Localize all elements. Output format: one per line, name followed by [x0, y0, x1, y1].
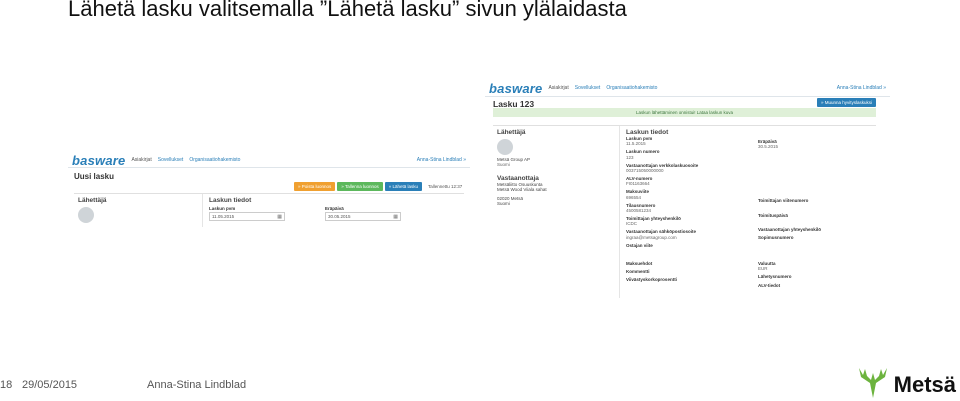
page-number: 18 [0, 379, 13, 391]
basware-logo: basware [72, 153, 126, 168]
logo-text: Metsä [893, 372, 956, 397]
recipient-line: Suomi [497, 201, 510, 206]
calendar-icon[interactable]: ▦ [393, 214, 398, 220]
page-title: Uusi lasku [74, 172, 115, 181]
sender-country: Suomi [497, 162, 510, 167]
field-row: Laskun pvm 11.5.2015 [626, 136, 748, 146]
field-value: FI01163664 [626, 181, 650, 187]
field-row: ALV-numero FI01163664 [626, 176, 748, 186]
top-bar: basware Asiakirjat Sovellukset Organisaa… [485, 80, 890, 97]
invoice-date-value: 11.05.2015 [212, 214, 235, 219]
nav-applications[interactable]: Sovellukset [158, 157, 184, 163]
basware-logo: basware [489, 80, 543, 96]
field-value: 4500581234 [626, 207, 652, 213]
field-row: Valuutta EUR [758, 261, 872, 271]
nav-directory[interactable]: Organisaatiohakemisto [189, 157, 240, 163]
delete-draft-button[interactable]: » Poista luonnos [294, 182, 336, 191]
field-value: 11.5.2015 [626, 141, 646, 147]
antler-icon [858, 368, 887, 398]
field-label: Toimittajan viitenumero [758, 198, 809, 204]
field-label: Viivästyskorkoprosentti [626, 277, 677, 283]
invoice-date-input[interactable]: 11.05.2015 ▦ [209, 212, 285, 221]
sender-section: Lähettäjä [74, 194, 203, 227]
send-invoice-button[interactable]: » Lähetä lasku [384, 182, 423, 191]
calendar-icon[interactable]: ▦ [277, 214, 282, 220]
field-label: Vastaanottajan yhteyshenkilö [758, 226, 822, 232]
field-row: Maksuviite 696554 [626, 189, 748, 199]
nav-directory[interactable]: Organisaatiohakemisto [606, 85, 657, 91]
field-row: Viivästyskorkoprosentti [626, 277, 748, 282]
field-row: ALV-tiedot [758, 283, 872, 288]
field-value: 30.5.2015 [758, 144, 779, 150]
nav-applications[interactable]: Sovellukset [575, 85, 601, 91]
slide-title: Lähetä lasku valitsemalla ”Lähetä lasku”… [68, 0, 627, 21]
invoice-details-col: Laskun tiedot Laskun pvm 11.5.2015 Laskun… [620, 126, 754, 298]
success-notice: Laskun lähettäminen onnistui! Lataa lask… [493, 108, 876, 117]
field-value: 123 [626, 154, 634, 160]
nav-documents[interactable]: Asiakirjat [131, 157, 151, 163]
field-row: Ostajan viite [626, 243, 748, 248]
field-row: Kommentti [626, 269, 748, 274]
slide-date: 29/05/2015 [22, 379, 78, 391]
screenshot-new-invoice: basware Asiakirjat Sovellukset Organisaa… [68, 153, 470, 227]
slide-author: Anna-Stina Lindblad [147, 379, 247, 391]
invoice-heading: Laskun tiedot [209, 197, 252, 204]
field-row: Vastaanottajan verkkolaskuosoite 00371505… [626, 163, 748, 173]
recipient-heading: Vastaanottaja [497, 175, 539, 182]
field-row: Sopimusnumero [758, 235, 872, 240]
field-label: Kommentti [626, 269, 650, 275]
nav-documents[interactable]: Asiakirjat [548, 85, 568, 91]
user-menu[interactable]: Anna-Stina Lindblad » [417, 157, 466, 163]
field-label: Toimituspäivä [758, 212, 788, 218]
sender-heading: Lähettäjä [78, 197, 107, 204]
field-row: Vastaanottajan sähköpostiosoite ingraa@me… [626, 229, 748, 239]
field-value: 696554 [626, 194, 642, 200]
field-row: Tilausnumero 4500581234 [626, 203, 748, 213]
avatar [497, 139, 513, 155]
due-date-label: Eräpäivä [325, 206, 344, 211]
invoice-view: Lähettäjä Metsä Group AP Suomi Vastaanot… [493, 125, 876, 298]
field-row: Toimituspäivä [758, 213, 872, 218]
field-label: Lähetysnumero [758, 274, 792, 280]
field-value: EUR [758, 266, 768, 272]
screenshot-sent-invoice: basware Asiakirjat Sovellukset Organisaa… [485, 80, 890, 298]
invoice-extra-col: Eräpäivä 30.5.2015 Toimittajan viitenumer… [754, 126, 876, 298]
field-row: Eräpäivä 30.5.2015 [758, 139, 872, 149]
user-menu[interactable]: Anna-Stina Lindblad » [837, 85, 886, 91]
field-row: Laskun numero 123 [626, 149, 748, 159]
field-value: 003715050000000 [626, 167, 664, 173]
save-draft-button[interactable]: » Tallenna luonnos [337, 182, 383, 191]
sender-heading: Lähettäjä [497, 129, 526, 136]
invoice-form: Lähettäjä Laskun tiedot Laskun pvm 11.05… [74, 193, 464, 227]
recipient-line: Metsä Wood Viiala sahat [497, 187, 547, 192]
field-row: Lähetysnumero [758, 274, 872, 279]
due-date-value: 30.05.2015 [328, 214, 351, 219]
field-label: Sopimusnumero [758, 234, 794, 240]
field-row: Vastaanottajan yhteyshenkilö [758, 227, 872, 232]
field-label: Maksuehdot [626, 260, 653, 266]
field-value: ICDC [626, 221, 637, 227]
invoice-date-label: Laskun pvm [209, 206, 236, 211]
metsa-logo: Metsä [855, 365, 956, 399]
field-row: Maksuehdot [626, 261, 748, 266]
avatar [78, 207, 94, 223]
field-label: Ostajan viite [626, 242, 653, 248]
invoice-heading: Laskun tiedot [626, 129, 669, 136]
top-bar: basware Asiakirjat Sovellukset Organisaa… [68, 153, 470, 168]
field-value: ingraa@metsagroup.com [626, 234, 677, 240]
field-row: Toimittajan viitenumero [758, 198, 872, 203]
action-bar: » Poista luonnos » Tallenna luonnos » Lä… [294, 182, 423, 191]
saved-status: Tallennettu 12:37 [428, 184, 463, 189]
field-label: ALV-tiedot [758, 282, 781, 288]
invoice-details-section: Laskun tiedot Laskun pvm 11.05.2015 ▦ Er… [203, 194, 464, 227]
convert-credit-note-button[interactable]: » Muunna hyvityslaskuksi [816, 98, 876, 107]
field-row: Toimittajan yhteyshenkilö ICDC [626, 216, 748, 226]
due-date-input[interactable]: 30.05.2015 ▦ [325, 212, 401, 221]
parties-section: Lähettäjä Metsä Group AP Suomi Vastaanot… [493, 126, 620, 298]
